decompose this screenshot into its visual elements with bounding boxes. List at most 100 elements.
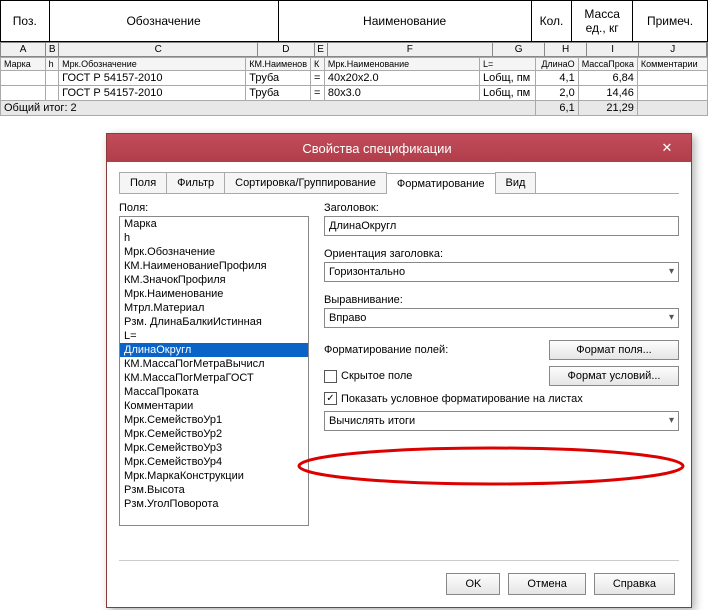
checkbox-box-icon (324, 370, 337, 383)
col-letter: A (1, 43, 46, 56)
list-item[interactable]: Мтрл.Материал (120, 301, 308, 315)
heading-input[interactable]: ДлинаОкругл (324, 216, 679, 236)
grid-cell: Труба (246, 86, 311, 101)
list-item[interactable]: Мрк.СемействоУр3 (120, 441, 308, 455)
grid-cell (637, 71, 707, 86)
header-cell: Поз. (1, 1, 50, 42)
header-cell: Кол. (531, 1, 572, 42)
col-letter: F (328, 43, 493, 56)
col-letter: H (545, 43, 586, 56)
list-item[interactable]: Мрк.МаркаКонструкции (120, 469, 308, 483)
grid-cell: ДлинаО (535, 58, 578, 71)
grid-cell (1, 86, 46, 101)
list-item[interactable]: Марка (120, 217, 308, 231)
fields-label: Поля: (119, 202, 309, 214)
field-format-button[interactable]: Формат поля... (549, 340, 679, 360)
col-letter: D (258, 43, 314, 56)
cancel-button[interactable]: Отмена (508, 573, 585, 595)
heading-label: Заголовок: (324, 202, 679, 214)
tab-3[interactable]: Форматирование (386, 173, 496, 194)
header-cell: Обозначение (49, 1, 278, 42)
hidden-field-checkbox[interactable]: Скрытое поле (324, 370, 541, 383)
dialog-titlebar: Свойства спецификации ✕ (107, 134, 691, 162)
grid-cell: h (45, 58, 59, 71)
list-item[interactable]: Мрк.Обозначение (120, 245, 308, 259)
col-letter: G (493, 43, 546, 56)
list-item[interactable]: ДлинаОкругл (120, 343, 308, 357)
grid-cell: Мрк.Наименование (324, 58, 479, 71)
grid-cell: Lобщ, пм (480, 71, 536, 86)
grid-cell (637, 86, 707, 101)
calc-totals-select[interactable]: Вычислять итоги (324, 411, 679, 431)
tab-2[interactable]: Сортировка/Группирование (224, 172, 387, 193)
tab-1[interactable]: Фильтр (166, 172, 225, 193)
properties-dialog: Свойства спецификации ✕ ПоляФильтрСортир… (106, 133, 692, 608)
close-icon[interactable]: ✕ (647, 138, 687, 158)
list-item[interactable]: КМ.МассаПогМетраВычисл (120, 357, 308, 371)
grid-cell: 80x3.0 (324, 86, 479, 101)
list-item[interactable]: Мрк.СемействоУр2 (120, 427, 308, 441)
alignment-select[interactable]: Вправо (324, 308, 679, 328)
grid-cell: Мрк.Обозначение (59, 58, 246, 71)
list-item[interactable]: КМ.ЗначокПрофиля (120, 273, 308, 287)
footer-separator (119, 560, 679, 561)
list-item[interactable]: МассаПроката (120, 385, 308, 399)
total-cell: 21,29 (578, 101, 637, 116)
list-item[interactable]: Рзм.УголПоворота (120, 497, 308, 511)
tab-bar: ПоляФильтрСортировка/ГруппированиеФормат… (119, 172, 679, 194)
data-grid: МаркаhМрк.ОбозначениеКМ.НаименовКМрк.Наи… (0, 57, 708, 116)
grid-cell: Комментарии (637, 58, 707, 71)
grid-cell: КМ.Наименов (246, 58, 311, 71)
grid-cell: Труба (246, 71, 311, 86)
grid-cell: 4,1 (535, 71, 578, 86)
list-item[interactable]: Мрк.СемействоУр1 (120, 413, 308, 427)
header-cell: Примеч. (633, 1, 708, 42)
grid-cell (1, 71, 46, 86)
list-item[interactable]: Рзм.Высота (120, 483, 308, 497)
help-button[interactable]: Справка (594, 573, 675, 595)
tab-4[interactable]: Вид (495, 172, 537, 193)
show-cond-label: Показать условное форматирование на лист… (341, 393, 583, 405)
col-letter: I (587, 43, 640, 56)
list-item[interactable]: Мрк.СемействоУр4 (120, 455, 308, 469)
alignment-label: Выравнивание: (324, 294, 679, 306)
ok-button[interactable]: OK (446, 573, 500, 595)
total-cell (637, 101, 707, 116)
header-cell: Масса ед., кг (572, 1, 633, 42)
tab-0[interactable]: Поля (119, 172, 167, 193)
list-item[interactable]: Рзм. ДлинаБалкиИстинная (120, 315, 308, 329)
list-item[interactable]: КМ.МассаПогМетраГОСТ (120, 371, 308, 385)
list-item[interactable]: Комментарии (120, 399, 308, 413)
grid-cell: ГОСТ Р 54157-2010 (59, 86, 246, 101)
grid-cell: МассаПрока (578, 58, 637, 71)
grid-cell: = (310, 86, 324, 101)
column-letters-row: ABCDEFGHIJ (0, 42, 708, 57)
show-cond-checkbox[interactable]: ✓ Показать условное форматирование на ли… (324, 392, 583, 405)
dialog-title: Свойства спецификации (107, 141, 647, 156)
fields-listbox[interactable]: МаркаhМрк.ОбозначениеКМ.НаименованиеПроф… (119, 216, 309, 526)
grid-cell: Марка (1, 58, 46, 71)
orientation-select[interactable]: Горизонтально (324, 262, 679, 282)
grid-cell: Lобщ, пм (480, 86, 536, 101)
grid-cell: L= (480, 58, 536, 71)
list-item[interactable]: L= (120, 329, 308, 343)
col-letter: E (315, 43, 328, 56)
list-item[interactable]: КМ.НаименованиеПрофиля (120, 259, 308, 273)
spec-header-table: Поз.ОбозначениеНаименованиеКол.Масса ед.… (0, 0, 708, 42)
col-letter: B (46, 43, 59, 56)
grid-cell: 40x20x2.0 (324, 71, 479, 86)
list-item[interactable]: h (120, 231, 308, 245)
grid-cell: 2,0 (535, 86, 578, 101)
grid-cell (45, 71, 59, 86)
list-item[interactable]: Мрк.Наименование (120, 287, 308, 301)
hidden-field-label: Скрытое поле (341, 370, 412, 382)
grid-cell (45, 86, 59, 101)
annotation-circle (294, 444, 689, 488)
grid-cell: ГОСТ Р 54157-2010 (59, 71, 246, 86)
cond-format-button[interactable]: Формат условий... (549, 366, 679, 386)
orientation-label: Ориентация заголовка: (324, 248, 679, 260)
col-letter: C (59, 43, 258, 56)
checkbox-box-icon: ✓ (324, 392, 337, 405)
grid-cell: К (310, 58, 324, 71)
total-cell: 6,1 (535, 101, 578, 116)
